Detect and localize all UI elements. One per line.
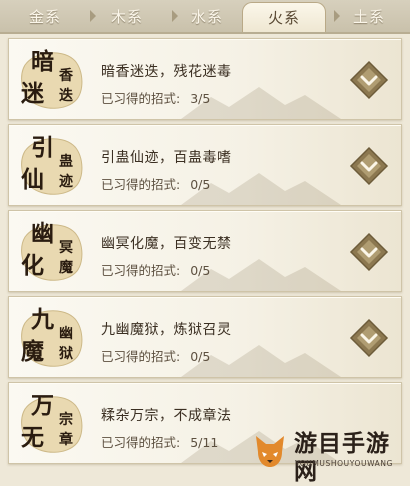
skill-list: 暗 迷 香 迭 暗香迷迭，残花迷毒 已习得的招式: 3/5 引 仙 蛊 迹 引蛊仙… xyxy=(0,36,410,474)
tab-wood[interactable]: 木系 xyxy=(96,3,158,31)
skill-title: 九幽魔狱，炼狱召灵 xyxy=(101,322,232,338)
emblem-char: 魔 xyxy=(21,338,44,365)
skill-card[interactable]: 幽 化 冥 魔 幽冥化魔，百变无禁 已习得的招式: 0/5 xyxy=(8,210,402,292)
progress-label: 已习得的招式: xyxy=(101,435,181,450)
progress-label: 已习得的招式: xyxy=(101,349,181,364)
progress-label: 已习得的招式: xyxy=(101,91,181,106)
skill-progress: 已习得的招式: 3/5 xyxy=(101,88,210,107)
emblem-char: 引 xyxy=(31,134,54,161)
emblem-char: 宗 xyxy=(59,412,73,428)
skill-card[interactable]: 九 魔 幽 狱 九幽魔狱，炼狱召灵 已习得的招式: 0/5 xyxy=(8,296,402,378)
progress-value: 5/11 xyxy=(190,435,219,450)
skill-title: 引蛊仙迹，百蛊毒嗜 xyxy=(101,150,232,166)
tab-metal[interactable]: 金系 xyxy=(14,3,76,31)
skill-title: 幽冥化魔，百变无禁 xyxy=(101,236,232,252)
progress-value: 0/5 xyxy=(190,263,211,278)
skill-emblem: 暗 迷 香 迭 xyxy=(15,45,89,115)
skill-progress: 已习得的招式: 0/5 xyxy=(101,174,210,193)
skill-emblem: 幽 化 冥 魔 xyxy=(15,217,89,287)
progress-value: 0/5 xyxy=(190,349,211,364)
expand-chevron-icon[interactable] xyxy=(349,146,389,186)
emblem-char: 蛊 xyxy=(59,154,73,170)
emblem-char: 无 xyxy=(21,424,44,451)
emblem-char: 幽 xyxy=(59,326,73,342)
progress-value: 3/5 xyxy=(190,91,211,106)
fox-logo-icon xyxy=(256,436,284,467)
tab-fire[interactable]: 火系 xyxy=(242,2,326,32)
progress-value: 0/5 xyxy=(190,177,211,192)
tab-water[interactable]: 水系 xyxy=(176,3,238,31)
expand-chevron-icon[interactable] xyxy=(349,60,389,100)
emblem-char: 迹 xyxy=(59,174,73,190)
element-tab-bar: 金系 木系 水系 火系 土系 xyxy=(0,0,410,34)
emblem-char: 万 xyxy=(31,392,54,419)
watermark-text: 游目手游网 xyxy=(294,431,390,485)
expand-chevron-icon[interactable] xyxy=(349,318,389,358)
emblem-char: 狱 xyxy=(59,346,73,362)
emblem-char: 迷 xyxy=(21,80,44,107)
emblem-char: 九 xyxy=(31,306,54,333)
emblem-char: 幽 xyxy=(31,220,54,247)
skill-title: 暗香迷迭，残花迷毒 xyxy=(101,64,232,80)
emblem-char: 香 xyxy=(59,68,73,84)
emblem-char: 仙 xyxy=(21,166,44,193)
expand-chevron-icon[interactable] xyxy=(349,232,389,272)
skill-emblem: 引 仙 蛊 迹 xyxy=(15,131,89,201)
skill-progress: 已习得的招式: 0/5 xyxy=(101,346,210,365)
emblem-char: 冥 xyxy=(59,240,73,256)
skill-card[interactable]: 暗 迷 香 迭 暗香迷迭，残花迷毒 已习得的招式: 3/5 xyxy=(8,38,402,120)
progress-label: 已习得的招式: xyxy=(101,263,181,278)
tab-earth[interactable]: 土系 xyxy=(338,3,400,31)
emblem-char: 魔 xyxy=(59,260,73,276)
skill-emblem: 九 魔 幽 狱 xyxy=(15,303,89,373)
emblem-char: 章 xyxy=(59,432,73,448)
skill-title: 糅杂万宗，不成章法 xyxy=(101,408,232,424)
emblem-char: 化 xyxy=(21,252,44,279)
skill-progress: 已习得的招式: 5/11 xyxy=(101,432,218,451)
watermark-subtext: YOUMUSHOUYOUWANG xyxy=(295,459,394,468)
progress-label: 已习得的招式: xyxy=(101,177,181,192)
skill-progress: 已习得的招式: 0/5 xyxy=(101,260,210,279)
emblem-char: 暗 xyxy=(31,48,54,75)
skill-emblem: 万 无 宗 章 xyxy=(15,389,89,459)
emblem-char: 迭 xyxy=(59,88,73,104)
skill-card[interactable]: 引 仙 蛊 迹 引蛊仙迹，百蛊毒嗜 已习得的招式: 0/5 xyxy=(8,124,402,206)
site-watermark: 游目手游网 YOUMUSHOUYOUWANG xyxy=(248,428,408,485)
